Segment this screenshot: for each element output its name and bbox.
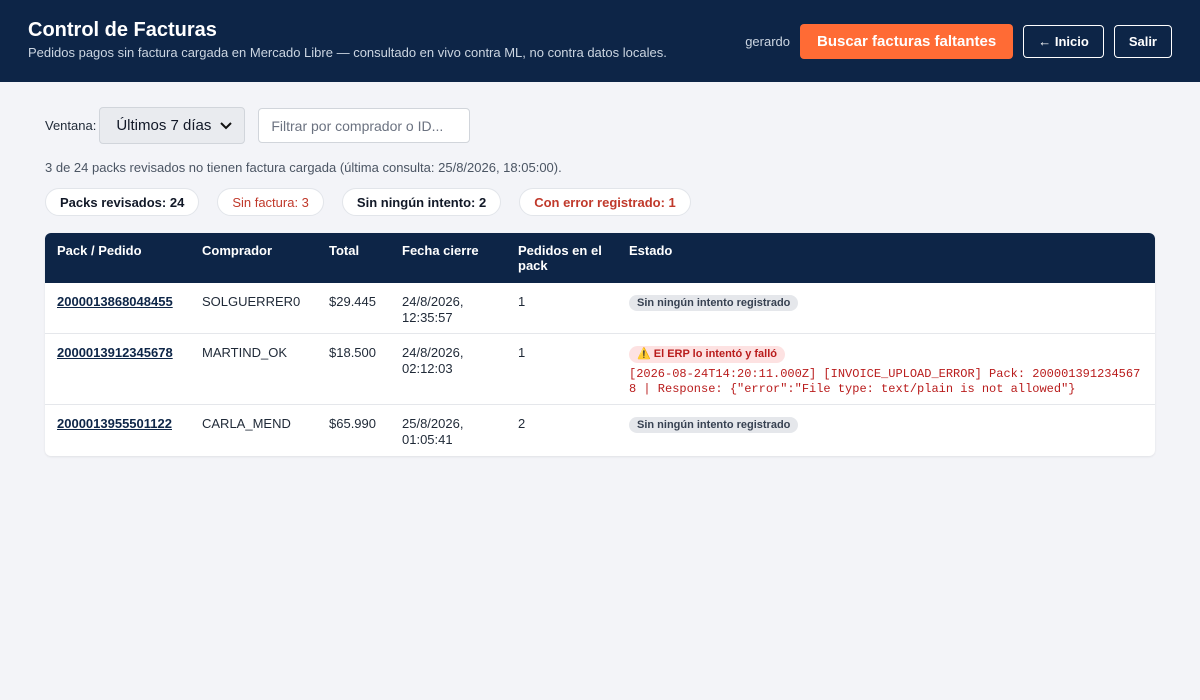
table-header: Pack / Pedido Comprador Total Fecha cier… bbox=[45, 233, 1155, 283]
error-status-badge: ⚠️ El ERP lo intentó y falló bbox=[629, 346, 786, 363]
page-subtitle: Pedidos pagos sin factura cargada en Mer… bbox=[28, 45, 667, 60]
date-cell: 24/8/2026, 02:12:03 bbox=[390, 334, 506, 404]
pack-link[interactable]: 2000013868048455 bbox=[57, 294, 173, 309]
date-line: 24/8/2026, bbox=[402, 294, 464, 309]
col-header-buyer: Comprador bbox=[202, 243, 273, 258]
filter-input[interactable] bbox=[258, 108, 471, 143]
invoices-table: Pack / Pedido Comprador Total Fecha cier… bbox=[45, 233, 1155, 456]
header-actions: gerardo Buscar facturas faltantes ← Inic… bbox=[745, 23, 1172, 59]
pack-link[interactable]: 2000013955501122 bbox=[57, 416, 172, 431]
col-header-close-date: Fecha cierre bbox=[402, 243, 479, 258]
table-row: 2000013868048455 SOLGUERRER0 $29.445 24/… bbox=[45, 283, 1155, 334]
col-header-total: Total bbox=[329, 243, 360, 258]
pill-reviewed: Packs revisados: 24 bbox=[45, 188, 200, 216]
header-title-block: Control de Facturas Pedidos pagos sin fa… bbox=[28, 19, 667, 60]
status-badge: Sin ningún intento registrado bbox=[629, 417, 799, 433]
date-line: 25/8/2026, bbox=[402, 416, 464, 431]
buyer-cell: CARLA_MEND bbox=[202, 416, 291, 431]
date-line: 24/8/2026, bbox=[402, 345, 464, 360]
window-select-value: Últimos 7 días bbox=[116, 117, 212, 134]
chevron-down-icon bbox=[220, 119, 233, 133]
date-cell: 24/8/2026, 12:35:57 bbox=[390, 283, 506, 333]
orders-cell: 2 bbox=[518, 416, 526, 431]
total-cell: $65.990 bbox=[329, 416, 376, 431]
status-cell: Sin ningún intento registrado bbox=[617, 405, 1155, 456]
time-line: 01:05:41 bbox=[402, 432, 453, 447]
orders-cell: 1 bbox=[518, 294, 526, 309]
username-label: gerardo bbox=[745, 33, 790, 49]
status-cell: Sin ningún intento registrado bbox=[617, 283, 1155, 333]
col-header-status: Estado bbox=[629, 243, 673, 258]
time-line: 02:12:03 bbox=[402, 361, 453, 376]
col-header-orders: Pedidos en el pack bbox=[518, 243, 602, 273]
time-line: 12:35:57 bbox=[402, 310, 453, 325]
window-select[interactable]: Últimos 7 días bbox=[99, 107, 246, 144]
stats-pills: Packs revisados: 24 Sin factura: 3 Sin n… bbox=[45, 188, 1155, 216]
buyer-cell: SOLGUERRER0 bbox=[202, 294, 301, 309]
table-row: 2000013955501122 CARLA_MEND $65.990 25/8… bbox=[45, 405, 1155, 456]
status-badge: Sin ningún intento registrado bbox=[629, 295, 799, 311]
status-cell: ⚠️ El ERP lo intentó y falló [2026-08-24… bbox=[617, 334, 1155, 404]
total-cell: $18.500 bbox=[329, 345, 376, 360]
pack-link[interactable]: 2000013912345678 bbox=[57, 345, 173, 360]
window-label: Ventana: bbox=[45, 118, 97, 133]
date-cell: 25/8/2026, 01:05:41 bbox=[390, 405, 506, 456]
summary-text: 3 de 24 packs revisados no tienen factur… bbox=[45, 160, 562, 175]
pill-no-attempt: Sin ningún intento: 2 bbox=[341, 188, 502, 216]
error-log-text: [2026-08-24T14:20:11.000Z] [INVOICE_UPLO… bbox=[629, 367, 1141, 396]
buyer-cell: MARTIND_OK bbox=[202, 345, 287, 360]
search-missing-invoices-button[interactable]: Buscar facturas faltantes bbox=[800, 23, 1014, 59]
total-cell: $29.445 bbox=[329, 294, 376, 309]
orders-cell: 1 bbox=[518, 345, 526, 360]
page-title: Control de Facturas bbox=[28, 19, 217, 41]
filter-controls: Ventana: Últimos 7 días bbox=[45, 107, 1155, 144]
pill-no-invoice: Sin factura: 3 bbox=[217, 188, 324, 216]
col-header-pack: Pack / Pedido bbox=[57, 243, 142, 258]
home-button[interactable]: ← Inicio bbox=[1023, 24, 1104, 58]
table-row: 2000013912345678 MARTIND_OK $18.500 24/8… bbox=[45, 334, 1155, 405]
app-header: Control de Facturas Pedidos pagos sin fa… bbox=[0, 0, 1200, 82]
main-content: Ventana: Últimos 7 días 3 de 24 packs re… bbox=[0, 82, 1200, 456]
pill-with-error: Con error registrado: 1 bbox=[519, 188, 691, 216]
logout-button[interactable]: Salir bbox=[1113, 24, 1172, 58]
